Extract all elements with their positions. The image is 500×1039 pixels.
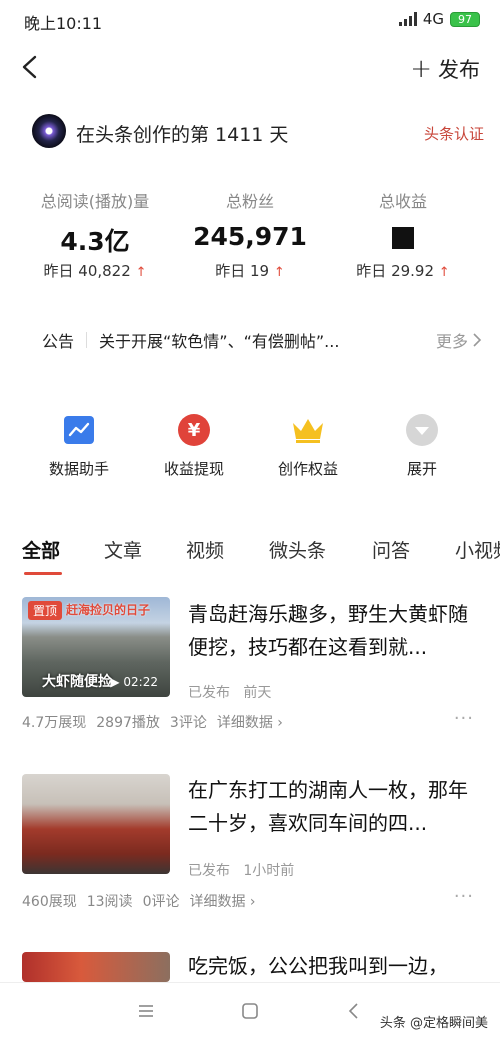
expand-chevron-icon xyxy=(404,412,440,448)
stat-total-income[interactable]: 总收益 昨日 29.92 ↑ xyxy=(318,188,488,281)
reads: 13阅读 xyxy=(86,894,133,910)
tab-qa[interactable]: 问答 xyxy=(372,536,410,563)
shortcut-expand[interactable]: 展开 xyxy=(367,412,477,479)
publish-button[interactable]: + 发布 xyxy=(410,54,480,84)
chevron-right-icon xyxy=(473,333,482,347)
article-title[interactable]: 青岛赶海乐趣多，野生大黄虾随便挖，技巧都在这看到就... xyxy=(188,598,478,664)
back-button[interactable] xyxy=(16,52,46,82)
details-link[interactable]: 详细数据 › xyxy=(189,891,255,911)
plus-icon: + xyxy=(410,54,432,84)
shortcut-label: 展开 xyxy=(406,460,437,478)
stat-yesterday-value: 昨日 19 xyxy=(215,262,270,280)
impressions: 460展现 xyxy=(22,894,77,910)
stat-value: 245,971 xyxy=(193,222,307,251)
tab-videos[interactable]: 视频 xyxy=(186,536,224,563)
video-duration: ▶ 02:22 xyxy=(110,675,158,689)
network-type: 4G xyxy=(422,10,444,28)
stat-label: 总粉丝 xyxy=(225,192,274,211)
shortcut-creator-rights[interactable]: 创作权益 xyxy=(253,412,363,479)
publish-label: 发布 xyxy=(438,58,480,82)
thumbnail-subcaption: 大虾随便捡 xyxy=(42,674,112,690)
stat-label: 总收益 xyxy=(378,192,427,211)
announcement-bar[interactable]: 公告 关于开展“软色情”、“有偿删帖”... 更多 xyxy=(22,328,482,352)
signal-icon xyxy=(398,12,417,26)
stat-total-fans[interactable]: 总粉丝 245,971 昨日 19 ↑ xyxy=(165,188,335,281)
tab-micro-posts[interactable]: 微头条 xyxy=(269,536,326,563)
article-stats: 460展现 13阅读 0评论 详细数据 › xyxy=(22,891,256,911)
article-thumbnail[interactable]: 置顶 赶海捡贝的日子 大虾随便捡 ▶ 02:22 xyxy=(22,597,170,697)
stat-yesterday: 昨日 19 ↑ xyxy=(165,260,335,281)
more-options-icon[interactable]: ··· xyxy=(454,886,474,907)
back-nav-icon[interactable] xyxy=(342,999,366,1023)
stat-value: 4.3亿 xyxy=(60,227,130,256)
watermark: 头条 @定格瞬间美 xyxy=(379,1016,488,1031)
pinned-badge: 置顶 xyxy=(28,601,63,620)
status-time: 晚上10:11 xyxy=(24,14,103,33)
up-arrow-icon: ↑ xyxy=(273,265,285,280)
menu-icon[interactable] xyxy=(134,999,158,1023)
thumbnail-caption: 赶海捡贝的日子 xyxy=(66,603,151,617)
comments: 3评论 xyxy=(169,715,207,731)
article-stats: 4.7万展现 2897播放 3评论 详细数据 › xyxy=(22,712,283,732)
article-thumbnail[interactable] xyxy=(22,774,170,874)
tab-articles[interactable]: 文章 xyxy=(104,536,142,563)
stat-value-redacted xyxy=(318,222,488,256)
shortcut-label: 数据助手 xyxy=(48,460,109,478)
impressions: 4.7万展现 xyxy=(22,715,87,731)
publish-status: 已发布 xyxy=(188,685,230,701)
article-title[interactable]: 吃完饭，公公把我叫到一边， xyxy=(188,950,478,982)
more-options-icon[interactable]: ··· xyxy=(454,708,474,729)
stat-yesterday: 昨日 40,822 ↑ xyxy=(10,260,180,281)
shortcut-data-assistant[interactable]: 数据助手 xyxy=(24,412,134,479)
battery-icon: 97 xyxy=(450,11,480,27)
certification-link[interactable]: 头条认证 xyxy=(424,123,484,144)
shortcut-income-withdraw[interactable]: ¥ 收益提现 xyxy=(139,412,249,479)
active-tab-indicator xyxy=(24,572,62,575)
tab-short-videos[interactable]: 小视频 xyxy=(455,536,500,563)
plays: 2897播放 xyxy=(96,715,160,731)
article-meta: 已发布 前天 xyxy=(188,682,271,702)
article-thumbnail[interactable] xyxy=(22,952,170,982)
back-arrow-icon xyxy=(22,55,37,79)
up-arrow-icon: ↑ xyxy=(438,265,450,280)
stat-yesterday: 昨日 29.92 ↑ xyxy=(318,260,488,281)
details-label: 详细数据 xyxy=(189,894,246,910)
comments: 0评论 xyxy=(142,894,180,910)
tab-all[interactable]: 全部 xyxy=(22,536,60,563)
details-link[interactable]: 详细数据 › xyxy=(217,712,283,732)
crown-icon xyxy=(290,412,326,448)
shortcut-label: 创作权益 xyxy=(277,460,338,478)
article-meta: 已发布 1小时前 xyxy=(188,860,294,880)
stat-yesterday-value: 昨日 40,822 xyxy=(43,262,131,280)
chart-icon xyxy=(61,412,97,448)
announcement-tag: 公告 xyxy=(42,332,75,351)
duration-text: 02:22 xyxy=(123,675,158,689)
creation-days: 在头条创作的第 1411 天 xyxy=(76,124,289,146)
details-label: 详细数据 xyxy=(216,715,273,731)
avatar[interactable] xyxy=(32,114,66,148)
publish-time: 前天 xyxy=(243,685,272,701)
divider xyxy=(86,332,88,348)
publish-time: 1小时前 xyxy=(243,863,295,879)
article-title[interactable]: 在广东打工的湖南人一枚，那年二十岁，喜欢同车间的四... xyxy=(188,774,478,840)
stat-label: 总阅读(播放)量 xyxy=(40,192,150,211)
content-tabs: 全部 文章 视频 微头条 问答 小视频 xyxy=(0,536,500,578)
shortcut-label: 收益提现 xyxy=(163,460,224,478)
more-link[interactable]: 更多 xyxy=(436,328,482,352)
status-indicators: 4G 97 xyxy=(398,10,480,28)
publish-status: 已发布 xyxy=(188,863,230,879)
redaction-block xyxy=(392,227,414,249)
up-arrow-icon: ↑ xyxy=(135,265,147,280)
svg-text:¥: ¥ xyxy=(188,420,201,441)
stat-yesterday-value: 昨日 29.92 xyxy=(356,262,435,280)
stat-total-reads[interactable]: 总阅读(播放)量 4.3亿 昨日 40,822 ↑ xyxy=(10,188,180,281)
home-icon[interactable] xyxy=(238,999,262,1023)
announcement-text[interactable]: 关于开展“软色情”、“有偿删帖”... xyxy=(99,328,430,352)
yuan-icon: ¥ xyxy=(176,412,212,448)
more-label: 更多 xyxy=(435,332,468,351)
